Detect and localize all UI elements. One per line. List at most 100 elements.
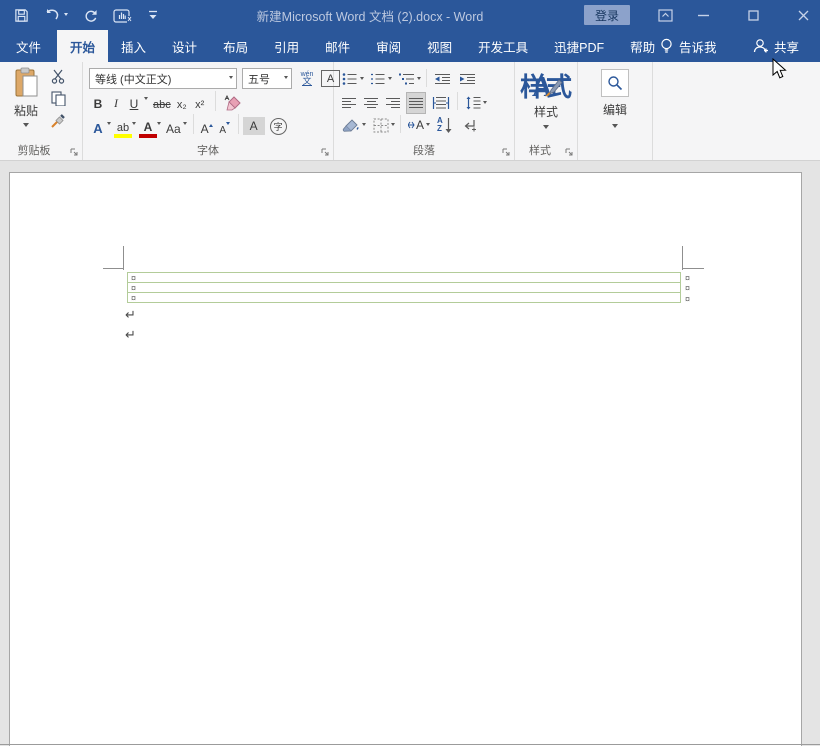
increase-indent-button[interactable]: [457, 69, 478, 89]
line-spacing-dropdown-icon[interactable]: [483, 100, 487, 106]
ribbon-display-options-icon[interactable]: [652, 0, 678, 30]
change-case-button[interactable]: Aa: [164, 116, 183, 136]
font-color-dropdown-icon[interactable]: [157, 121, 161, 127]
asian-layout-dropdown-icon[interactable]: [426, 122, 431, 128]
font-name-dropdown-icon[interactable]: [229, 76, 233, 81]
bullets-button[interactable]: [340, 69, 360, 89]
tab-developer[interactable]: 开发工具: [465, 30, 541, 62]
highlight-button[interactable]: ab: [114, 114, 132, 138]
phonetic-guide-button[interactable]: wén 文: [298, 69, 316, 89]
strikethrough-button[interactable]: abc: [151, 91, 173, 111]
decrease-indent-button[interactable]: [432, 69, 453, 89]
end-of-row-marker: ¤: [685, 273, 691, 283]
document-page[interactable]: [9, 172, 802, 746]
font-dialog-launcher-icon[interactable]: [319, 146, 330, 157]
tab-review[interactable]: 审阅: [363, 30, 414, 62]
font-color-button[interactable]: A: [139, 114, 157, 138]
text-effects-dropdown-icon[interactable]: [107, 121, 111, 127]
group-paragraph: A A Z 段落: [334, 62, 515, 160]
tab-insert[interactable]: 插入: [108, 30, 159, 62]
shrink-arrow-icon: [226, 122, 231, 127]
show-hide-marks-button[interactable]: [461, 115, 479, 135]
table-row[interactable]: ¤: [128, 293, 680, 303]
tab-mailings[interactable]: 邮件: [312, 30, 363, 62]
numbering-button[interactable]: [368, 69, 388, 89]
enclose-characters-button[interactable]: 字: [269, 117, 287, 135]
align-right-button[interactable]: [384, 93, 402, 113]
text-effects-button[interactable]: A: [89, 116, 107, 136]
table-row[interactable]: ¤: [128, 283, 680, 293]
distribute-button[interactable]: [430, 93, 452, 113]
redo-icon[interactable]: [83, 4, 98, 26]
signin-button[interactable]: 登录: [584, 5, 631, 25]
font-name-value: 等线 (中文正文): [95, 73, 172, 86]
numbering-dropdown-icon[interactable]: [388, 76, 392, 82]
grow-font-button[interactable]: A: [198, 116, 216, 136]
undo-dropdown-icon[interactable]: [64, 12, 68, 18]
paste-button[interactable]: 粘贴: [5, 67, 47, 153]
end-of-cell-marker: ¤: [131, 273, 137, 283]
borders-button[interactable]: [371, 115, 391, 135]
clear-formatting-button[interactable]: [222, 91, 244, 111]
document-table[interactable]: ¤ ¤ ¤: [127, 272, 681, 303]
editing-label-text: 编辑: [602, 103, 627, 117]
copy-icon[interactable]: [50, 91, 66, 106]
save-icon[interactable]: [14, 4, 29, 26]
tab-layout[interactable]: 布局: [210, 30, 261, 62]
font-size-dropdown-icon[interactable]: [284, 76, 288, 81]
tab-home[interactable]: 开始: [57, 30, 109, 62]
character-shading-button[interactable]: A: [242, 117, 265, 135]
grow-arrow-icon: [208, 122, 213, 127]
close-button[interactable]: [790, 0, 816, 30]
tab-design[interactable]: 设计: [159, 30, 210, 62]
shading-button[interactable]: [340, 115, 362, 135]
editing-dropdown-icon[interactable]: [612, 124, 618, 131]
styles-dropdown-icon[interactable]: [543, 125, 549, 132]
subscript-button[interactable]: x₂: [173, 91, 191, 111]
styles-button-face[interactable]: A 样式: [515, 70, 577, 132]
ribbon: 粘贴 剪贴板 等线 (中文正文) 五号 wén 文 A B I U abc x₂…: [0, 62, 820, 161]
bullets-dropdown-icon[interactable]: [360, 76, 364, 82]
undo-button[interactable]: [44, 4, 68, 26]
cut-icon[interactable]: [50, 69, 66, 84]
svg-text:A: A: [532, 72, 553, 102]
line-spacing-button[interactable]: [463, 93, 483, 113]
clipboard-dialog-launcher-icon[interactable]: [68, 146, 79, 157]
table-row[interactable]: ¤: [128, 273, 680, 283]
font-size-combo[interactable]: 五号: [242, 68, 292, 89]
customize-qat-icon[interactable]: [148, 4, 158, 26]
minimize-button[interactable]: [690, 0, 716, 30]
touch-mouse-mode-icon[interactable]: [113, 4, 133, 26]
tell-me-button[interactable]: 告诉我: [660, 30, 717, 62]
shrink-font-button[interactable]: A: [216, 116, 234, 136]
shading-dropdown-icon[interactable]: [362, 122, 366, 128]
paste-dropdown-icon[interactable]: [23, 123, 29, 130]
font-name-combo[interactable]: 等线 (中文正文): [89, 68, 237, 89]
styles-dialog-launcher-icon[interactable]: [563, 146, 574, 157]
tab-file[interactable]: 文件: [0, 30, 57, 62]
tab-pdf[interactable]: 迅捷PDF: [541, 30, 617, 62]
justify-button[interactable]: [406, 92, 426, 114]
superscript-button[interactable]: x²: [191, 91, 209, 111]
asian-layout-button[interactable]: A: [406, 115, 426, 135]
highlight-dropdown-icon[interactable]: [132, 121, 136, 127]
tab-references[interactable]: 引用: [261, 30, 312, 62]
italic-button[interactable]: I: [107, 91, 125, 111]
sort-button[interactable]: A Z: [435, 115, 454, 135]
maximize-button[interactable]: [740, 0, 766, 30]
align-center-button[interactable]: [362, 93, 380, 113]
change-case-dropdown-icon[interactable]: [182, 121, 187, 127]
multilevel-dropdown-icon[interactable]: [417, 76, 421, 82]
paragraph-dialog-launcher-icon[interactable]: [500, 146, 511, 157]
tab-view[interactable]: 视图: [414, 30, 465, 62]
editing-button[interactable]: 编辑: [578, 69, 652, 131]
align-left-button[interactable]: [340, 93, 358, 113]
underline-button[interactable]: U: [125, 91, 143, 111]
multilevel-list-button[interactable]: [396, 69, 417, 89]
window-bottom-edge: [0, 744, 820, 745]
underline-dropdown-icon[interactable]: [144, 96, 148, 102]
bold-button[interactable]: B: [89, 91, 107, 111]
format-painter-icon[interactable]: [50, 113, 66, 129]
borders-dropdown-icon[interactable]: [391, 122, 395, 128]
quick-access-toolbar: [14, 0, 158, 30]
